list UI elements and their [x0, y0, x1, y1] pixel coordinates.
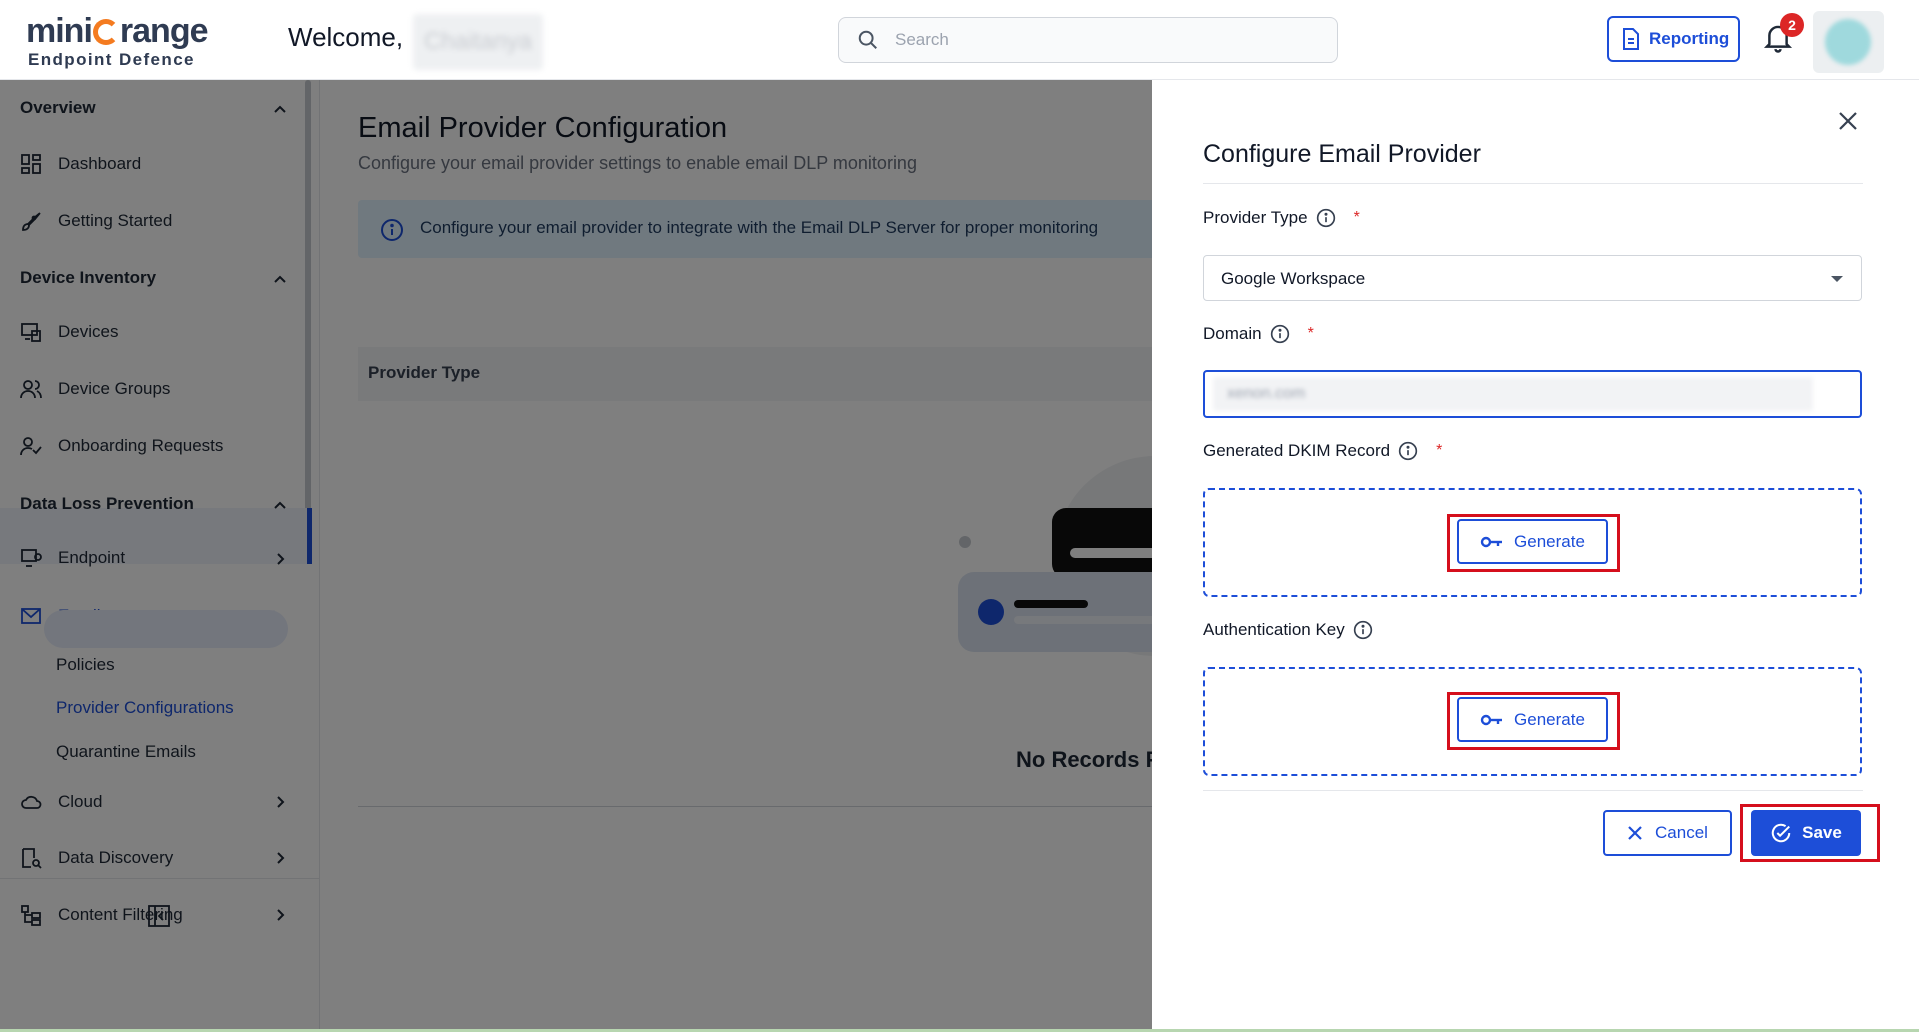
reporting-button[interactable]: Reporting: [1607, 16, 1740, 62]
required-asterisk: *: [1436, 442, 1443, 459]
info-icon[interactable]: [1316, 208, 1336, 228]
caret-down-icon: [1831, 276, 1843, 282]
generate-label: Generate: [1514, 531, 1585, 551]
save-label: Save: [1802, 823, 1842, 842]
provider-type-value: Google Workspace: [1221, 269, 1366, 288]
key-icon: [1480, 536, 1503, 547]
info-icon[interactable]: [1398, 441, 1418, 461]
required-asterisk: *: [1307, 325, 1314, 342]
notification-badge: 2: [1780, 13, 1804, 37]
modal-backdrop[interactable]: [0, 80, 1152, 1032]
cancel-button[interactable]: Cancel: [1603, 810, 1732, 856]
check-circle-icon: [1771, 823, 1791, 843]
generate-dkim-button[interactable]: Generate: [1457, 519, 1608, 564]
top-header: mini range Endpoint Defence Welcome, Chai…: [0, 0, 1919, 80]
generate-label: Generate: [1514, 709, 1585, 729]
save-button[interactable]: Save: [1751, 810, 1861, 856]
search-bar[interactable]: [838, 17, 1338, 63]
document-icon: [1623, 28, 1639, 50]
footer-divider: [1203, 790, 1863, 791]
info-icon[interactable]: [1353, 620, 1373, 640]
domain-input[interactable]: xenon.com: [1203, 370, 1862, 418]
domain-value: xenon.com: [1213, 377, 1813, 411]
logo-subtitle: Endpoint Defence: [28, 50, 195, 69]
provider-type-select[interactable]: Google Workspace: [1203, 255, 1862, 301]
cancel-label: Cancel: [1655, 823, 1708, 842]
generate-auth-key-button[interactable]: Generate: [1457, 697, 1608, 742]
user-name: Chaitanya: [413, 14, 543, 70]
avatar[interactable]: [1813, 11, 1884, 73]
auth-key-label: Authentication Key: [1203, 620, 1373, 640]
drawer-divider: [1203, 183, 1863, 184]
dkim-record-label: Generated DKIM Record *: [1203, 441, 1443, 461]
search-icon: [858, 30, 877, 49]
required-asterisk: *: [1353, 209, 1360, 226]
reporting-label: Reporting: [1649, 29, 1730, 48]
brand-logo[interactable]: mini range Endpoint Defence: [26, 10, 208, 70]
search-input[interactable]: [895, 26, 1315, 54]
close-icon: [1628, 826, 1642, 840]
welcome-text: Welcome,: [288, 22, 404, 52]
key-icon: [1480, 714, 1503, 725]
close-icon[interactable]: [1837, 110, 1859, 132]
info-icon[interactable]: [1270, 324, 1290, 344]
provider-type-label: Provider Type *: [1203, 208, 1360, 228]
domain-label: Domain *: [1203, 324, 1314, 344]
drawer-title: Configure Email Provider: [1203, 140, 1481, 168]
